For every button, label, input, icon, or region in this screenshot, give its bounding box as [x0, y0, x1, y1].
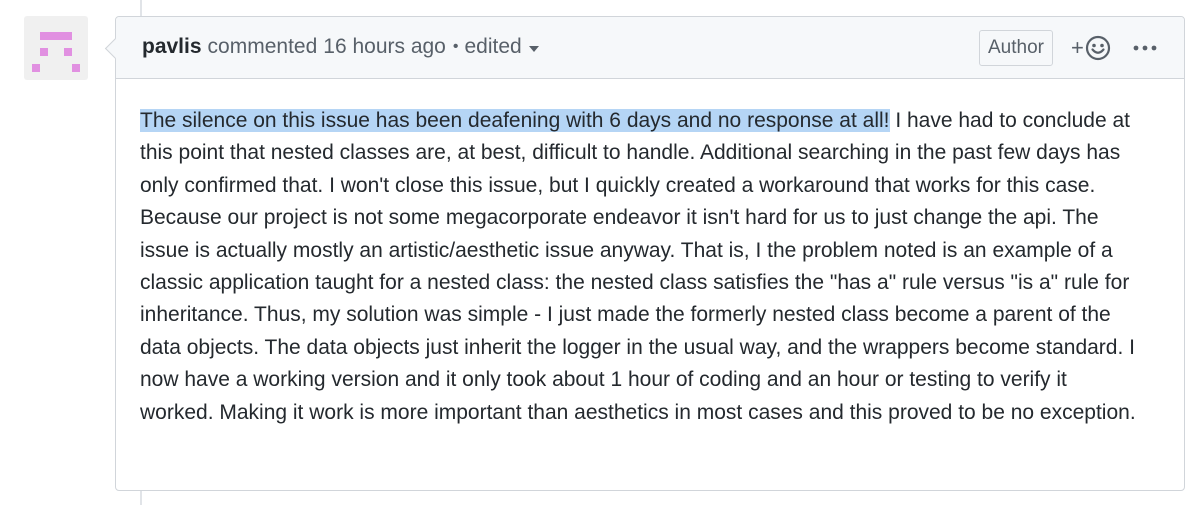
comment-header: pavlis commented 16 hours ago • edited A… [116, 17, 1184, 79]
triangle-down-icon [528, 45, 539, 52]
author-badge: Author [979, 30, 1053, 66]
plus-icon: + [1071, 35, 1084, 60]
separator: • [452, 38, 459, 55]
smiley-icon [1085, 35, 1110, 61]
avatar-pixel [32, 64, 40, 72]
avatar[interactable] [24, 16, 88, 80]
add-reaction-button[interactable]: + [1071, 33, 1111, 63]
avatar-pixel [40, 32, 72, 40]
comment-box: pavlis commented 16 hours ago • edited A… [115, 16, 1185, 491]
action-text: commented [207, 35, 318, 58]
avatar-pixel [40, 48, 48, 56]
comment-body: The silence on this issue has been deafe… [140, 105, 1145, 429]
comment-meta: pavlis commented 16 hours ago • edited [142, 35, 539, 59]
edited-dropdown[interactable]: edited [464, 35, 539, 59]
author-name[interactable]: pavlis [142, 35, 202, 59]
avatar-pixel [72, 64, 80, 72]
edited-label: edited [464, 35, 522, 58]
timestamp[interactable]: 16 hours ago [323, 35, 446, 59]
avatar-pixel [64, 48, 72, 56]
selected-text: The silence on this issue has been deafe… [140, 109, 890, 132]
comment-text: I have had to conclude at this point tha… [140, 109, 1136, 424]
kebab-horizontal-icon[interactable] [1132, 35, 1158, 61]
